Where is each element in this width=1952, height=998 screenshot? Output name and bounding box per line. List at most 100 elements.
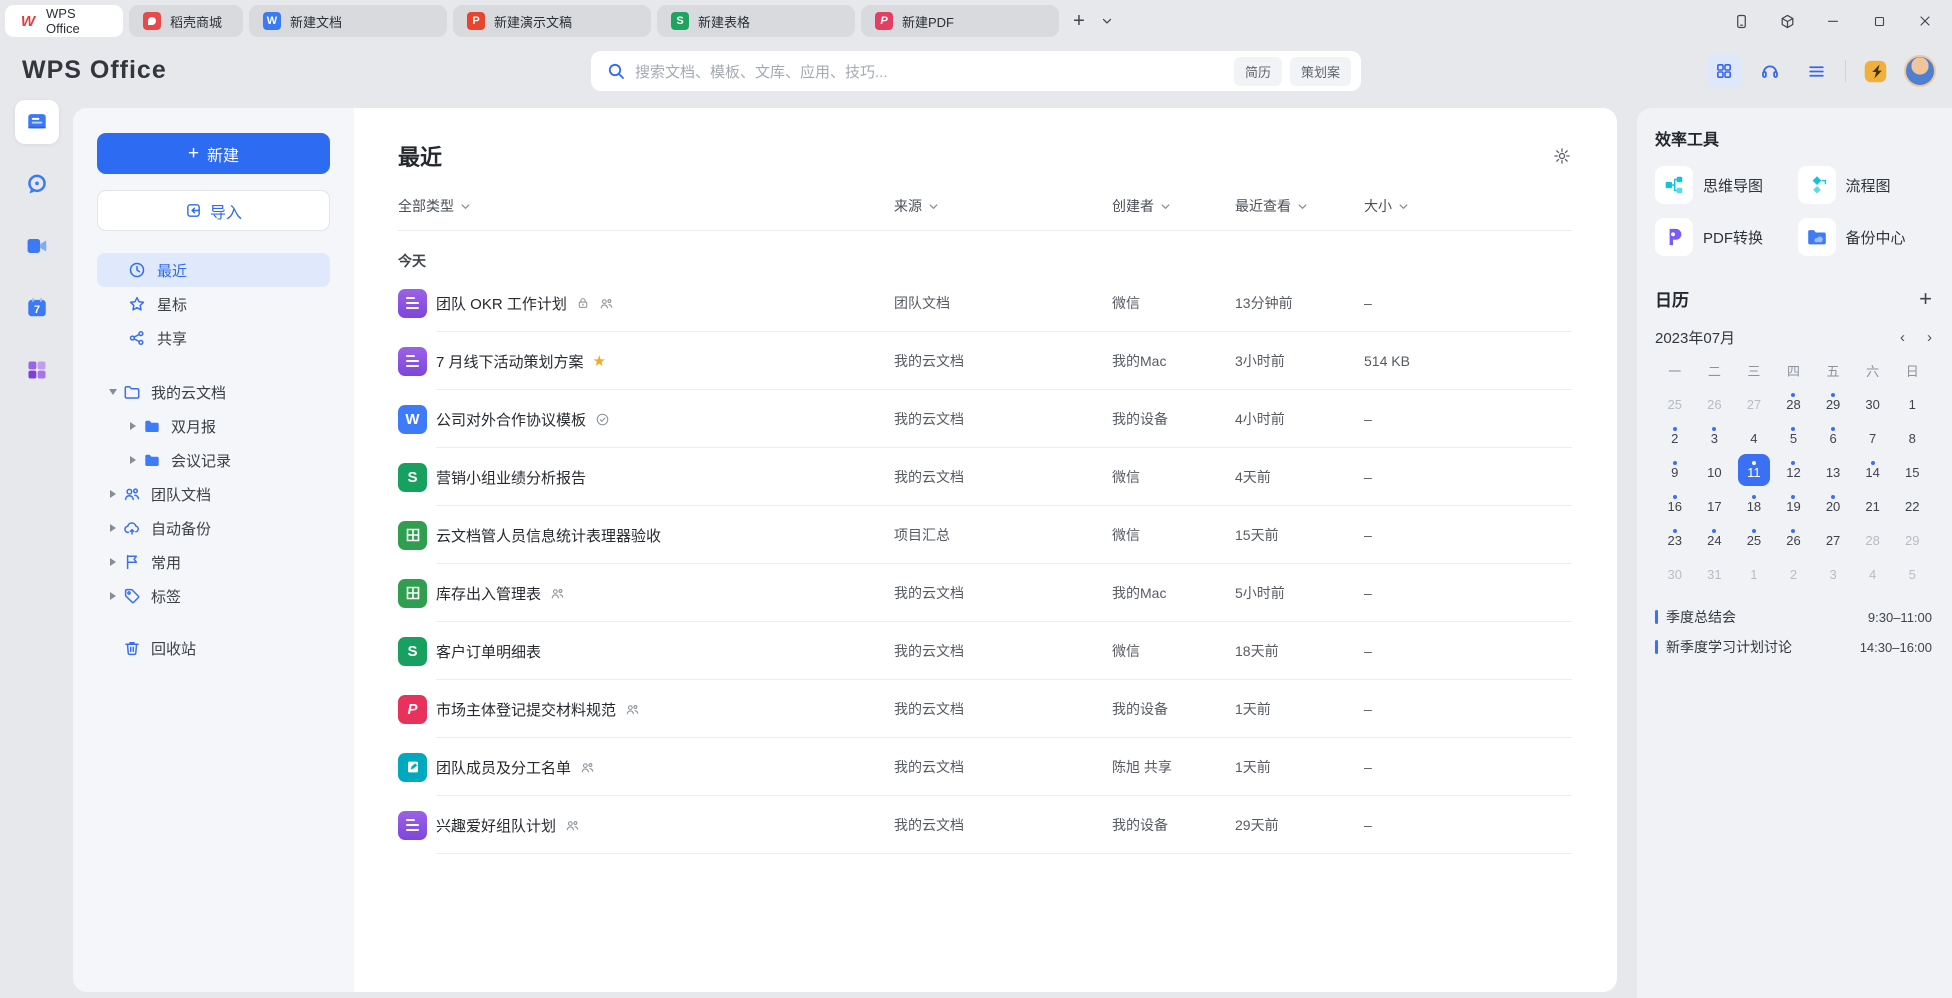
add-event-icon[interactable]: + xyxy=(1919,288,1932,310)
file-row[interactable]: S营销小组业绩分析报告我的云文档微信4天前– xyxy=(398,448,1572,506)
sidebar-tree-item[interactable]: 团队文档 xyxy=(97,477,330,511)
calendar-day[interactable]: 1 xyxy=(1734,555,1774,588)
tab-list-chevron-icon[interactable] xyxy=(1093,7,1121,35)
new-document-button[interactable]: + 新建 xyxy=(97,133,330,174)
calendar-day[interactable]: 29 xyxy=(1813,385,1853,418)
caret-right-icon[interactable] xyxy=(103,490,123,498)
calendar-day[interactable]: 26 xyxy=(1774,521,1814,554)
calendar-day[interactable]: 14 xyxy=(1853,453,1893,486)
avatar[interactable] xyxy=(1904,55,1936,87)
window-tab-writer[interactable]: W新建文档 xyxy=(249,5,447,37)
calendar-next-icon[interactable]: › xyxy=(1927,329,1932,346)
import-button[interactable]: 导入 xyxy=(97,190,330,231)
calendar-day[interactable]: 2 xyxy=(1655,419,1695,452)
filter-dropdown-2[interactable]: 创建者 xyxy=(1112,196,1235,216)
window-tab-home[interactable]: WWPS Office xyxy=(5,5,123,37)
filter-dropdown-1[interactable]: 来源 xyxy=(894,196,1112,216)
workspace-cube-icon[interactable] xyxy=(1768,6,1806,36)
caret-right-icon[interactable] xyxy=(103,524,123,532)
file-row[interactable]: 兴趣爱好组队计划我的云文档我的设备29天前– xyxy=(398,796,1572,854)
calendar-day[interactable]: 13 xyxy=(1813,453,1853,486)
calendar-day[interactable]: 12 xyxy=(1774,453,1814,486)
calendar-day[interactable]: 25 xyxy=(1734,521,1774,554)
calendar-day[interactable]: 28 xyxy=(1853,521,1893,554)
search-tag-resume[interactable]: 简历 xyxy=(1234,57,1282,86)
search-input[interactable]: 搜索文档、模板、文库、应用、技巧... 简历 策划案 xyxy=(591,51,1361,91)
file-row[interactable]: W公司对外合作协议模板我的云文档我的设备4小时前– xyxy=(398,390,1572,448)
calendar-day[interactable]: 27 xyxy=(1813,521,1853,554)
calendar-day[interactable]: 22 xyxy=(1892,487,1932,520)
window-tab-ppt[interactable]: P新建演示文稿 xyxy=(453,5,651,37)
tool-mindmap[interactable]: 思维导图 xyxy=(1655,166,1790,204)
calendar-day[interactable]: 28 xyxy=(1774,385,1814,418)
calendar-event[interactable]: 新季度学习计划讨论14:30–16:00 xyxy=(1655,632,1932,662)
rail-chat-icon[interactable] xyxy=(15,162,59,206)
file-row[interactable]: 团队 OKR 工作计划团队文档微信13分钟前– xyxy=(398,274,1572,332)
calendar-day[interactable]: 17 xyxy=(1695,487,1735,520)
calendar-day[interactable]: 9 xyxy=(1655,453,1695,486)
calendar-day[interactable]: 2 xyxy=(1774,555,1814,588)
calendar-day[interactable]: 5 xyxy=(1892,555,1932,588)
filter-dropdown-4[interactable]: 大小 xyxy=(1364,196,1572,216)
caret-down-icon[interactable] xyxy=(103,389,123,395)
calendar-day[interactable]: 24 xyxy=(1695,521,1735,554)
filter-dropdown-0[interactable]: 全部类型 xyxy=(398,196,894,216)
window-tab-docer[interactable]: 稻壳商城 xyxy=(129,5,243,37)
tool-pdf-convert[interactable]: PDF转换 xyxy=(1655,218,1790,256)
rail-documents-icon[interactable] xyxy=(15,100,59,144)
calendar-day[interactable]: 3 xyxy=(1695,419,1735,452)
menu-icon[interactable] xyxy=(1799,54,1833,88)
window-tab-pdf[interactable]: P新建PDF xyxy=(861,5,1059,37)
file-row[interactable]: P市场主体登记提交材料规范我的云文档我的设备1天前– xyxy=(398,680,1572,738)
calendar-day[interactable]: 29 xyxy=(1892,521,1932,554)
maximize-button[interactable] xyxy=(1860,6,1898,36)
calendar-day[interactable]: 5 xyxy=(1774,419,1814,452)
rail-calendar-icon[interactable]: 7 xyxy=(15,286,59,330)
sidebar-item-clock[interactable]: 最近 xyxy=(97,253,330,287)
caret-right-icon[interactable] xyxy=(123,456,143,464)
new-tab-button[interactable]: + xyxy=(1065,7,1093,35)
calendar-day[interactable]: 20 xyxy=(1813,487,1853,520)
search-tag-plan[interactable]: 策划案 xyxy=(1290,57,1351,86)
calendar-day[interactable]: 25 xyxy=(1655,385,1695,418)
calendar-day[interactable]: 18 xyxy=(1734,487,1774,520)
calendar-day[interactable]: 26 xyxy=(1695,385,1735,418)
sidebar-tree-item[interactable]: 会议记录 xyxy=(97,443,330,477)
calendar-day[interactable]: 30 xyxy=(1655,555,1695,588)
calendar-day[interactable]: 3 xyxy=(1813,555,1853,588)
sidebar-tree-item[interactable]: 标签 xyxy=(97,579,330,613)
calendar-day[interactable]: 7 xyxy=(1853,419,1893,452)
sidebar-item-star[interactable]: 星标 xyxy=(97,287,330,321)
calendar-day[interactable]: 27 xyxy=(1734,385,1774,418)
member-badge-icon[interactable] xyxy=(1858,54,1892,88)
calendar-day[interactable]: 4 xyxy=(1734,419,1774,452)
window-tab-sheet[interactable]: S新建表格 xyxy=(657,5,855,37)
calendar-day[interactable]: 8 xyxy=(1892,419,1932,452)
sidebar-item-trash[interactable]: 回收站 xyxy=(97,631,330,665)
sidebar-tree-item[interactable]: 我的云文档 xyxy=(97,375,330,409)
tool-backup[interactable]: 备份中心 xyxy=(1798,218,1933,256)
file-row[interactable]: 团队成员及分工名单我的云文档陈旭 共享1天前– xyxy=(398,738,1572,796)
file-row[interactable]: 库存出入管理表我的云文档我的Mac5小时前– xyxy=(398,564,1572,622)
sidebar-tree-item[interactable]: 常用 xyxy=(97,545,330,579)
calendar-day[interactable]: 4 xyxy=(1853,555,1893,588)
calendar-day[interactable]: 16 xyxy=(1655,487,1695,520)
settings-gear-icon[interactable] xyxy=(1552,146,1572,166)
filter-dropdown-3[interactable]: 最近查看 xyxy=(1235,196,1364,216)
calendar-day[interactable]: 19 xyxy=(1774,487,1814,520)
calendar-day[interactable]: 10 xyxy=(1695,453,1735,486)
minimize-button[interactable] xyxy=(1814,6,1852,36)
caret-right-icon[interactable] xyxy=(123,422,143,430)
apps-grid-icon[interactable] xyxy=(1707,54,1741,88)
calendar-day[interactable]: 21 xyxy=(1853,487,1893,520)
calendar-prev-icon[interactable]: ‹ xyxy=(1900,329,1905,346)
calendar-day[interactable]: 31 xyxy=(1695,555,1735,588)
file-row[interactable]: 7 月线下活动策划方案★我的云文档我的Mac3小时前514 KB xyxy=(398,332,1572,390)
headset-icon[interactable] xyxy=(1753,54,1787,88)
caret-right-icon[interactable] xyxy=(103,592,123,600)
sidebar-tree-item[interactable]: 双月报 xyxy=(97,409,330,443)
close-button[interactable] xyxy=(1906,6,1944,36)
calendar-day[interactable]: 6 xyxy=(1813,419,1853,452)
calendar-day-selected[interactable]: 11 xyxy=(1734,453,1774,486)
tool-flowchart[interactable]: 流程图 xyxy=(1798,166,1933,204)
